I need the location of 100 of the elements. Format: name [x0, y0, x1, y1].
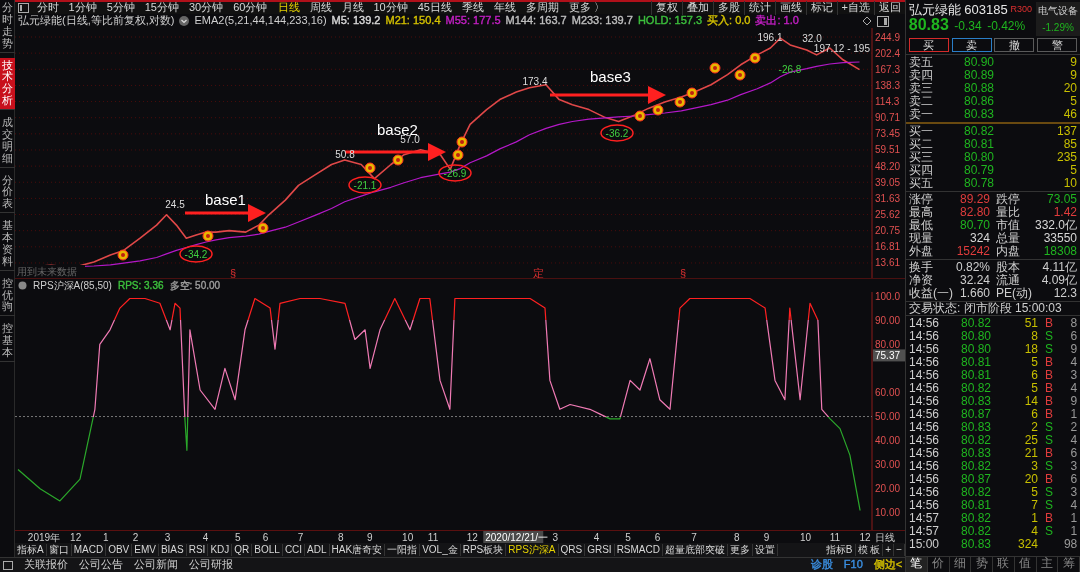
book-volume: 85: [1063, 138, 1077, 151]
indicator-tab[interactable]: RPS板块: [460, 544, 507, 556]
period-tab[interactable]: 15分钟: [139, 1, 184, 15]
side-tab[interactable]: 成交明细: [0, 115, 15, 168]
panel-icon[interactable]: [876, 15, 889, 27]
period-tab[interactable]: 多周期: [521, 1, 564, 15]
axis-label: 80.00: [875, 338, 901, 350]
window-icon[interactable]: [2, 560, 13, 570]
trade-button[interactable]: 卖: [951, 38, 992, 52]
toolbar-button[interactable]: 标记: [805, 1, 837, 15]
indicator-tab[interactable]: RSMACD: [614, 544, 663, 556]
indicator-tab[interactable]: BIAS: [158, 544, 187, 556]
side-tab[interactable]: 分价表: [0, 172, 15, 214]
indicator-tab[interactable]: 超量底部突破: [662, 544, 728, 556]
indicator-icon[interactable]: [18, 281, 27, 290]
sector-box[interactable]: 电气设备 -1.29%: [1036, 2, 1080, 36]
period-tab[interactable]: 月线: [336, 1, 369, 15]
toolbar-button[interactable]: 叠加: [681, 1, 713, 15]
trade-price: 80.83: [961, 538, 993, 551]
diamond-icon[interactable]: [861, 16, 872, 26]
period-tab[interactable]: 周线: [304, 1, 337, 15]
trade-button[interactable]: 买: [908, 38, 949, 52]
panel-tab[interactable]: 笔: [906, 557, 928, 572]
status-link[interactable]: 公司研报: [188, 558, 233, 572]
axis-label: 3: [164, 532, 171, 543]
period-tab[interactable]: 5分钟: [101, 1, 140, 15]
indicator-tab[interactable]: 窗口: [46, 544, 72, 556]
indicator-tab[interactable]: MACD: [71, 544, 107, 556]
indicator-value: M55: 177.5: [445, 14, 501, 28]
book-label: 买四: [909, 164, 934, 177]
indicator-tab[interactable]: RSI: [186, 544, 209, 556]
indicator-tab[interactable]: 指标A: [15, 544, 47, 556]
stat-label: 现量: [909, 232, 933, 245]
panel-tab[interactable]: 细: [949, 557, 972, 572]
indicator-tool-button[interactable]: 指标B: [823, 544, 856, 556]
status-tool[interactable]: F10: [843, 558, 863, 572]
toolbar-button[interactable]: 画线: [774, 1, 806, 15]
indicator-tab[interactable]: GRSI: [585, 544, 615, 556]
indicator-tab[interactable]: BOLL: [252, 544, 283, 556]
period-tab[interactable]: 季线: [457, 1, 489, 15]
indicator-tab[interactable]: EMV: [132, 544, 159, 556]
trade-price: 80.87: [961, 408, 993, 421]
period-tab[interactable]: 60分钟: [228, 1, 273, 15]
indicator-tab[interactable]: 设置: [752, 544, 778, 556]
toolbar-button[interactable]: +自选: [836, 1, 874, 15]
period-tab[interactable]: 45日线: [412, 1, 457, 15]
toolbar-button[interactable]: 统计: [743, 1, 775, 15]
last-price: 80.83: [908, 17, 949, 31]
indicator-tool-button[interactable]: +: [883, 544, 895, 556]
status-tool[interactable]: 诊股: [810, 558, 833, 572]
dropdown-icon[interactable]: [179, 16, 190, 26]
period-tab[interactable]: 年线: [489, 1, 521, 15]
stat-label: PE(动): [996, 287, 1032, 300]
indicator-tab[interactable]: HAK唐奇安: [329, 544, 386, 556]
toolbar-button[interactable]: 多股: [712, 1, 744, 15]
indicator-tab[interactable]: 更多: [727, 544, 753, 556]
panel-icon[interactable]: [17, 3, 29, 13]
indicator-tab[interactable]: VOL_金: [420, 544, 461, 556]
indicator-tab[interactable]: QR: [232, 544, 253, 556]
panel-tab[interactable]: 势: [971, 557, 993, 572]
period-tab[interactable]: 分时: [31, 1, 64, 15]
indicator-tab[interactable]: KDJ: [208, 544, 233, 556]
axis-label: 12: [859, 532, 871, 543]
indicator-tab[interactable]: CCI: [282, 544, 306, 556]
stat-label: 流通: [996, 274, 1020, 287]
period-tab[interactable]: 更多 〉: [564, 1, 611, 15]
panel-tab[interactable]: 主: [1036, 557, 1059, 572]
indicator-tool-button[interactable]: −: [894, 544, 905, 556]
status-link[interactable]: 公司公告: [78, 558, 123, 572]
period-tab[interactable]: 日线: [272, 1, 305, 15]
toolbar-button[interactable]: 返回: [874, 1, 905, 15]
indicator-tab[interactable]: OBV: [106, 544, 133, 556]
trade-count: 2: [1069, 421, 1079, 434]
panel-tab[interactable]: 价: [927, 557, 950, 572]
indicator-tab[interactable]: RPS沪深A: [506, 544, 559, 556]
axis-label: 50.00: [875, 411, 901, 423]
period-tab[interactable]: 30分钟: [184, 1, 229, 15]
trade-time: 14:56: [909, 486, 941, 499]
side-tab[interactable]: 技术分析: [0, 57, 15, 110]
status-tool[interactable]: 侧边<: [873, 558, 903, 572]
panel-tab[interactable]: 筹: [1058, 557, 1080, 572]
indicator-tab[interactable]: ADL: [305, 544, 330, 556]
trade-price: 80.83: [961, 421, 993, 434]
indicator-tab[interactable]: 一阳指: [385, 544, 421, 556]
panel-tab[interactable]: 联: [993, 557, 1015, 572]
period-tab[interactable]: 10分钟: [368, 1, 413, 15]
trade-volume: 6: [1030, 369, 1038, 382]
indicator-tool-button[interactable]: 模 板: [855, 544, 884, 556]
trade-button[interactable]: 警: [1037, 38, 1078, 52]
trade-button[interactable]: 撤: [994, 38, 1035, 52]
panel-tab[interactable]: 值: [1014, 557, 1037, 572]
coin-icon: [452, 149, 464, 161]
toolbar-button[interactable]: 复权: [650, 1, 682, 15]
status-link[interactable]: 关联报价: [23, 558, 68, 572]
side-tab[interactable]: 控基本: [0, 321, 15, 362]
indicator-tab[interactable]: QRS: [558, 544, 586, 556]
period-tab[interactable]: 1分钟: [63, 1, 102, 15]
status-link[interactable]: 公司新闻: [133, 558, 178, 572]
book-price: 80.89: [964, 69, 995, 82]
trade-price: 80.81: [961, 369, 993, 382]
